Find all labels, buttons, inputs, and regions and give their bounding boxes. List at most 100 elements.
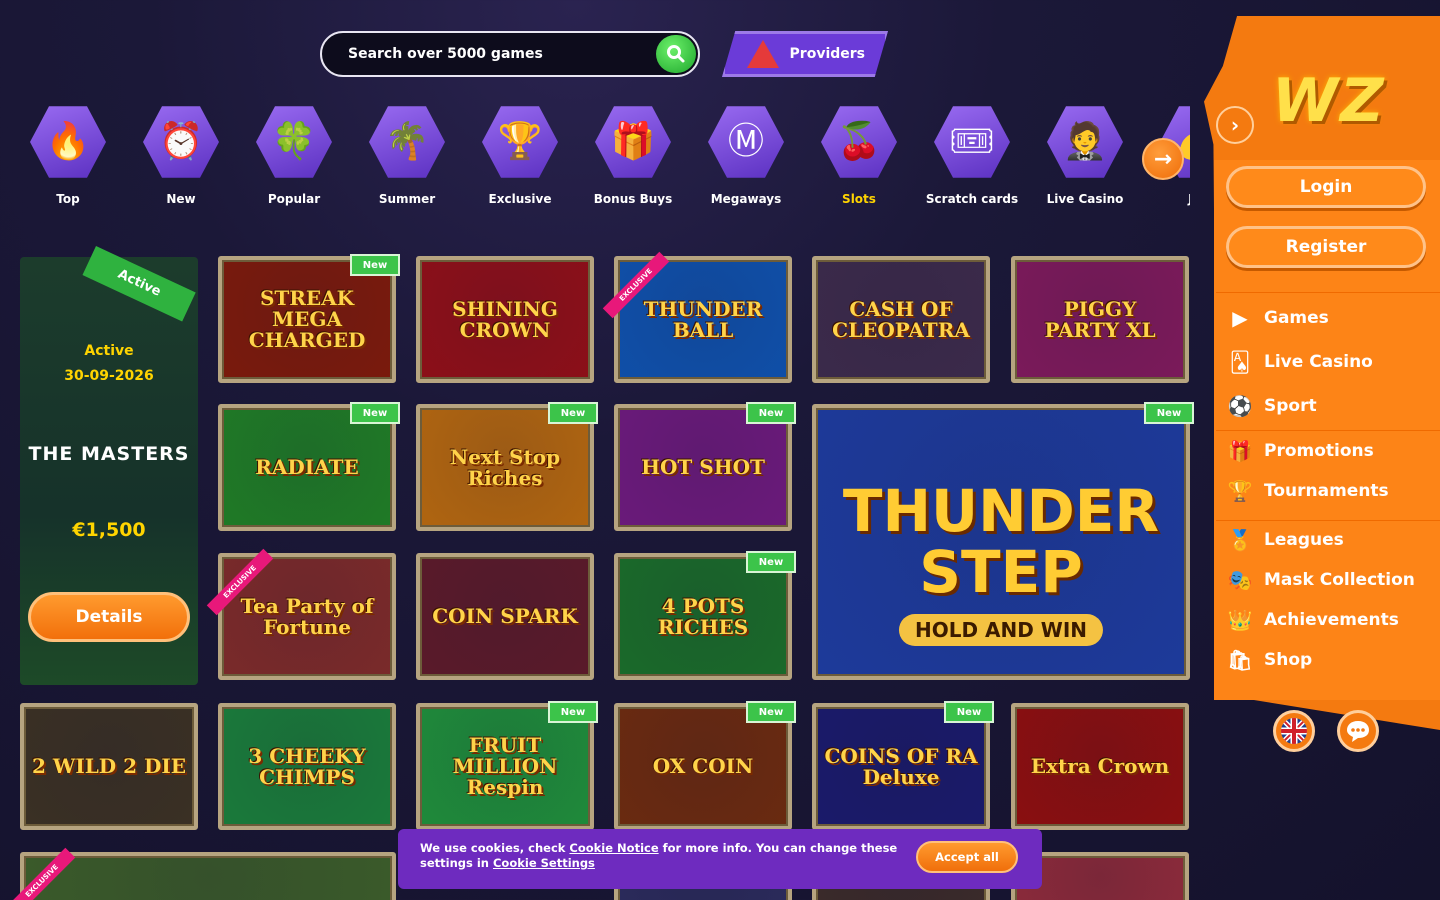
category-next-button[interactable]: → [1142,138,1184,180]
tournament-details-button[interactable]: Details [28,592,190,642]
game-tile[interactable] [20,852,396,900]
new-badge: New [350,254,400,276]
new-badge: New [1144,402,1194,424]
category-label: Slots [842,192,876,206]
menu-item-sport[interactable]: ⚽ Sport [1226,390,1440,422]
game-title: SHINING CROWN [452,296,558,342]
category-new[interactable]: ⏰ New [131,104,231,206]
category-rail: 🔥 Top ⏰ New 🍀 Popular 🌴 Summer 🏆 Exclusive 🎁 Bonus … [24,104,1190,224]
new-badge: New [350,402,400,424]
category-label: Megaways [710,192,782,206]
search-input[interactable] [348,46,638,62]
menu-item-achievements[interactable]: 👑 Achievements [1226,604,1440,636]
category-live-casino[interactable]: 🤵 Live Casino [1035,104,1135,206]
game-title: 4 POTS RICHES [657,593,749,639]
game-tile[interactable]: 3 CHEEKY CHIMPS [218,703,396,830]
shop-bag-icon: 🛍 [1227,648,1253,672]
language-button[interactable] [1273,710,1315,752]
search-button[interactable] [656,35,696,73]
category-label: Scratch cards [925,192,1019,206]
cookie-text: We use cookies, check Cookie Notice for … [420,841,898,870]
category-bonus-buys[interactable]: 🎁 Bonus Buys [583,104,683,206]
chevron-right-icon: › [1230,113,1240,137]
mask-icon: 🎭 [1227,568,1253,592]
game-title: Tea Party of Fortune [240,593,374,639]
category-label: Live Casino [1046,192,1124,206]
category-label: Exclusive [488,192,552,206]
site-logo[interactable]: WZ [1272,70,1412,132]
new-badge: New [746,402,796,424]
game-title: RADIATE [255,455,359,479]
game-tile[interactable]: SHINING CROWN [416,256,594,383]
new-badge: New [548,701,598,723]
category-label: Summer [378,192,436,206]
sidebar-toggle-button[interactable]: › [1216,106,1254,144]
register-button[interactable]: Register [1226,226,1426,268]
sidebar-divider [1216,292,1440,293]
category-megaways[interactable]: Ⓜ Megaways [696,104,796,206]
category-summer[interactable]: 🌴 Summer [357,104,457,206]
sidebar-divider [1216,520,1440,521]
megaways-m-icon: Ⓜ [708,106,784,178]
uk-flag-icon [1281,718,1307,744]
menu-item-mask-collection[interactable]: 🎭 Mask Collection [1226,564,1440,596]
game-title: Next Stop Riches [449,444,561,490]
login-button[interactable]: Login [1226,166,1426,208]
crown-icon: 👑 [1227,608,1253,632]
menu-item-live-casino[interactable]: 🂡 Live Casino [1226,346,1440,378]
menu-item-leagues[interactable]: 🏅 Leagues [1226,524,1440,556]
game-title: Extra Crown [1030,754,1170,778]
game-title: STREAK MEGA CHARGED [248,286,366,352]
chat-button[interactable] [1337,710,1379,752]
trophy-icon: 🏆 [482,106,558,178]
menu-item-games[interactable]: ▶ Games [1226,302,1440,334]
tournament-card: Active 30-09-2026 THE MASTERS €1,500 Det… [20,257,198,685]
cookie-banner: We use cookies, check Cookie Notice for … [398,829,1042,889]
accept-all-button[interactable]: Accept all [916,841,1018,873]
menu-item-promotions[interactable]: 🎁 Promotions [1226,435,1440,467]
tournament-name: THE MASTERS [28,443,190,465]
tournament-status: Active [84,343,134,359]
providers-label: Providers [789,46,865,62]
clover-icon: 🍀 [256,106,332,178]
cookie-settings-link[interactable]: Cookie Settings [493,856,595,870]
game-title: FRUIT MILLION Respin [452,733,558,799]
category-exclusive[interactable]: 🏆 Exclusive [470,104,570,206]
game-title: COIN SPARK [432,604,578,628]
menu-item-label: Tournaments [1264,481,1389,501]
game-tile[interactable]: CASH OF CLEOPATRA [812,256,990,383]
game-title: OX COIN [652,754,754,778]
providers-button[interactable]: Providers [722,31,888,77]
games-play-icon: ▶ [1232,306,1248,330]
game-tile[interactable]: Extra Crown [1011,703,1189,830]
football-icon: ⚽ [1227,394,1253,418]
cards-icon: 🂡 [1229,350,1251,374]
game-tile[interactable]: THUNDER STEP HOLD AND WIN [812,404,1190,680]
category-slots[interactable]: 🍒 Slots [809,104,909,206]
flame-icon: 🔥 [30,106,106,178]
game-tile[interactable]: PIGGY PARTY XL [1011,256,1189,383]
menu-item-tournaments[interactable]: 🏆 Tournaments [1226,475,1440,507]
menu-item-shop[interactable]: 🛍 Shop [1226,644,1440,676]
menu-item-label: Mask Collection [1264,570,1415,590]
game-title: THUNDER STEP [842,477,1160,606]
palm-tree-icon: 🌴 [369,106,445,178]
category-top[interactable]: 🔥 Top [24,104,118,206]
sidebar-divider [1216,430,1440,431]
menu-item-label: Live Casino [1264,352,1373,372]
chat-icon [1347,721,1369,742]
game-tile[interactable]: 2 WILD 2 DIE [20,703,198,830]
leagues-icon: 🏅 [1227,528,1253,552]
category-popular[interactable]: 🍀 Popular [244,104,344,206]
game-tile[interactable]: COIN SPARK [416,553,594,680]
cookie-notice-link[interactable]: Cookie Notice [569,841,658,855]
game-title: COINS OF RA Deluxe [824,743,978,789]
menu-item-label: Shop [1264,650,1313,670]
category-scratch-cards[interactable]: 🎟 Scratch cards [922,104,1022,206]
gift-icon: 🎁 [595,106,671,178]
search-bar[interactable] [320,31,700,77]
menu-item-label: Promotions [1264,441,1374,461]
trophy-icon: 🏆 [1227,479,1253,503]
menu-item-label: Sport [1264,396,1317,416]
category-label: Top [56,192,80,206]
